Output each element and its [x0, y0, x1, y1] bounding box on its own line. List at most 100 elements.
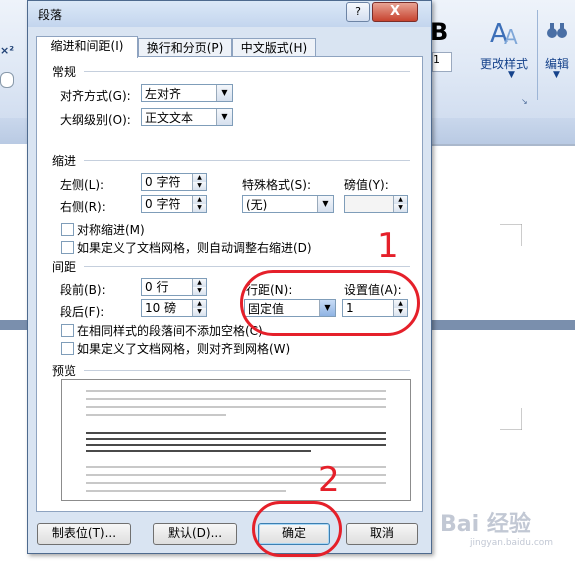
preview-prev-line [86, 414, 226, 416]
spin-up-icon[interactable]: ▲ [192, 300, 206, 308]
space-before-label: 段前(B): [60, 283, 106, 297]
preview-sample-line [86, 432, 386, 434]
spin-down-icon[interactable]: ▼ [192, 287, 206, 295]
space-after-label: 段后(F): [60, 305, 105, 319]
spacing-heading: 间距 [52, 260, 77, 274]
preview-next-line [86, 466, 386, 468]
annotation-number-2: 2 [318, 460, 340, 500]
annotation-highlight-line-spacing [240, 270, 420, 336]
space-after-spinner[interactable]: 10 磅 ▲ ▼ [141, 299, 207, 317]
change-styles-label[interactable]: 更改样式 [480, 55, 528, 72]
snap-to-grid-label: 如果定义了文档网格，则对齐到网格(W) [77, 342, 291, 356]
indent-by-label: 磅值(Y): [344, 178, 389, 192]
right-indent-value: 0 字符 [145, 197, 181, 211]
spinner-buttons[interactable]: ▲ ▼ [192, 279, 206, 295]
indent-by-spinner[interactable]: ▲ ▼ [344, 195, 408, 213]
preview-prev-line [86, 406, 386, 408]
preview-next-line [86, 474, 386, 476]
binoculars-icon[interactable] [545, 20, 569, 42]
indent-heading: 缩进 [52, 154, 77, 168]
preview-heading: 预览 [52, 364, 77, 378]
ribbon-separator [537, 10, 538, 100]
annotation-highlight-ok [252, 501, 342, 557]
outline-level-select[interactable]: 正文文本 ▼ [141, 108, 233, 126]
preview-sample-line [86, 450, 311, 452]
page-corner-mark [500, 408, 522, 430]
svg-text:A: A [504, 25, 518, 49]
indent-divider [84, 160, 410, 161]
tab-asian-typography[interactable]: 中文版式(H) [232, 38, 316, 57]
preview-divider [84, 370, 410, 371]
spin-down-icon[interactable]: ▼ [192, 308, 206, 316]
chevron-down-icon[interactable]: ▼ [216, 85, 232, 101]
bold-button[interactable]: B [430, 18, 448, 46]
dialog-titlebar[interactable]: 段落 ? X [28, 1, 431, 27]
left-indent-spinner[interactable]: 0 字符 ▲ ▼ [141, 173, 207, 191]
special-indent-label: 特殊格式(S): [242, 178, 312, 192]
outline-level-label: 大纲级别(O): [60, 113, 131, 127]
font-size-field[interactable]: 1 [432, 52, 452, 72]
spin-down-icon[interactable]: ▼ [192, 182, 206, 190]
space-before-spinner[interactable]: 0 行 ▲ ▼ [141, 278, 207, 296]
spinner-buttons[interactable]: ▲ ▼ [192, 174, 206, 190]
tab-line-page-breaks[interactable]: 换行和分页(P) [138, 38, 232, 57]
mirror-indents-checkbox[interactable] [61, 223, 74, 236]
ribbon-left-icon [0, 72, 14, 88]
preview-next-line [86, 490, 286, 492]
page-corner-mark [500, 224, 522, 246]
outline-level-value: 正文文本 [145, 111, 194, 125]
preview-sample-line [86, 444, 386, 446]
chevron-down-icon[interactable]: ▼ [216, 109, 232, 125]
no-space-same-style-label: 在相同样式的段落间不添加空格(C) [77, 324, 263, 338]
spin-up-icon[interactable]: ▲ [192, 279, 206, 287]
change-styles-icon[interactable]: A A [486, 16, 522, 50]
preview-next-line [86, 482, 386, 484]
preview-box [61, 379, 411, 501]
dialog-launcher-icon[interactable]: ↘ [521, 97, 528, 106]
general-divider [84, 71, 410, 72]
preview-prev-line [86, 398, 386, 400]
left-indent-value: 0 字符 [145, 175, 181, 189]
snap-to-grid-checkbox[interactable] [61, 342, 74, 355]
alignment-label: 对齐方式(G): [60, 89, 131, 103]
spin-down-icon[interactable]: ▼ [393, 204, 407, 212]
watermark-logo: Bai 经验 [440, 512, 531, 537]
special-indent-value: (无) [246, 198, 268, 212]
auto-adjust-indent-checkbox[interactable] [61, 241, 74, 254]
spinner-buttons[interactable]: ▲ ▼ [192, 300, 206, 316]
chevron-down-icon[interactable]: ▼ [317, 196, 333, 212]
special-indent-select[interactable]: (无) ▼ [242, 195, 334, 213]
space-after-value: 10 磅 [145, 301, 177, 315]
spacing-divider [84, 266, 410, 267]
alignment-value: 左对齐 [145, 87, 182, 101]
close-button[interactable]: X [372, 2, 418, 22]
spinner-buttons[interactable]: ▲ ▼ [192, 196, 206, 212]
spinner-buttons[interactable]: ▲ ▼ [393, 196, 407, 212]
tab-indents-spacing[interactable]: 缩进和间距(I) [36, 36, 138, 58]
auto-adjust-indent-label: 如果定义了文档网格，则自动调整右缩进(D) [77, 241, 312, 255]
preview-sample-line [86, 438, 386, 440]
preview-prev-line [86, 390, 386, 392]
spin-up-icon[interactable]: ▲ [192, 174, 206, 182]
spin-up-icon[interactable]: ▲ [192, 196, 206, 204]
right-indent-spinner[interactable]: 0 字符 ▲ ▼ [141, 195, 207, 213]
right-indent-label: 右侧(R): [60, 200, 106, 214]
annotation-number-1: 1 [377, 226, 399, 266]
spin-down-icon[interactable]: ▼ [192, 204, 206, 212]
general-heading: 常规 [52, 65, 77, 79]
spin-up-icon[interactable]: ▲ [393, 196, 407, 204]
alignment-select[interactable]: 左对齐 ▼ [141, 84, 233, 102]
ribbon-left-fragment: ×² [0, 44, 15, 57]
space-before-value: 0 行 [145, 280, 169, 294]
no-space-same-style-checkbox[interactable] [61, 324, 74, 337]
cancel-button[interactable]: 取消 [346, 523, 418, 545]
tabs-button[interactable]: 制表位(T)... [37, 523, 131, 545]
help-button[interactable]: ? [346, 2, 370, 22]
edit-dropdown-arrow[interactable]: ▼ [553, 70, 560, 80]
styles-dropdown-arrow[interactable]: ▼ [508, 70, 515, 80]
mirror-indents-label: 对称缩进(M) [77, 223, 145, 237]
left-indent-label: 左侧(L): [60, 178, 105, 192]
ruler-line [432, 144, 575, 146]
set-default-button[interactable]: 默认(D)... [153, 523, 237, 545]
watermark-url: jingyan.baidu.com [470, 538, 554, 548]
